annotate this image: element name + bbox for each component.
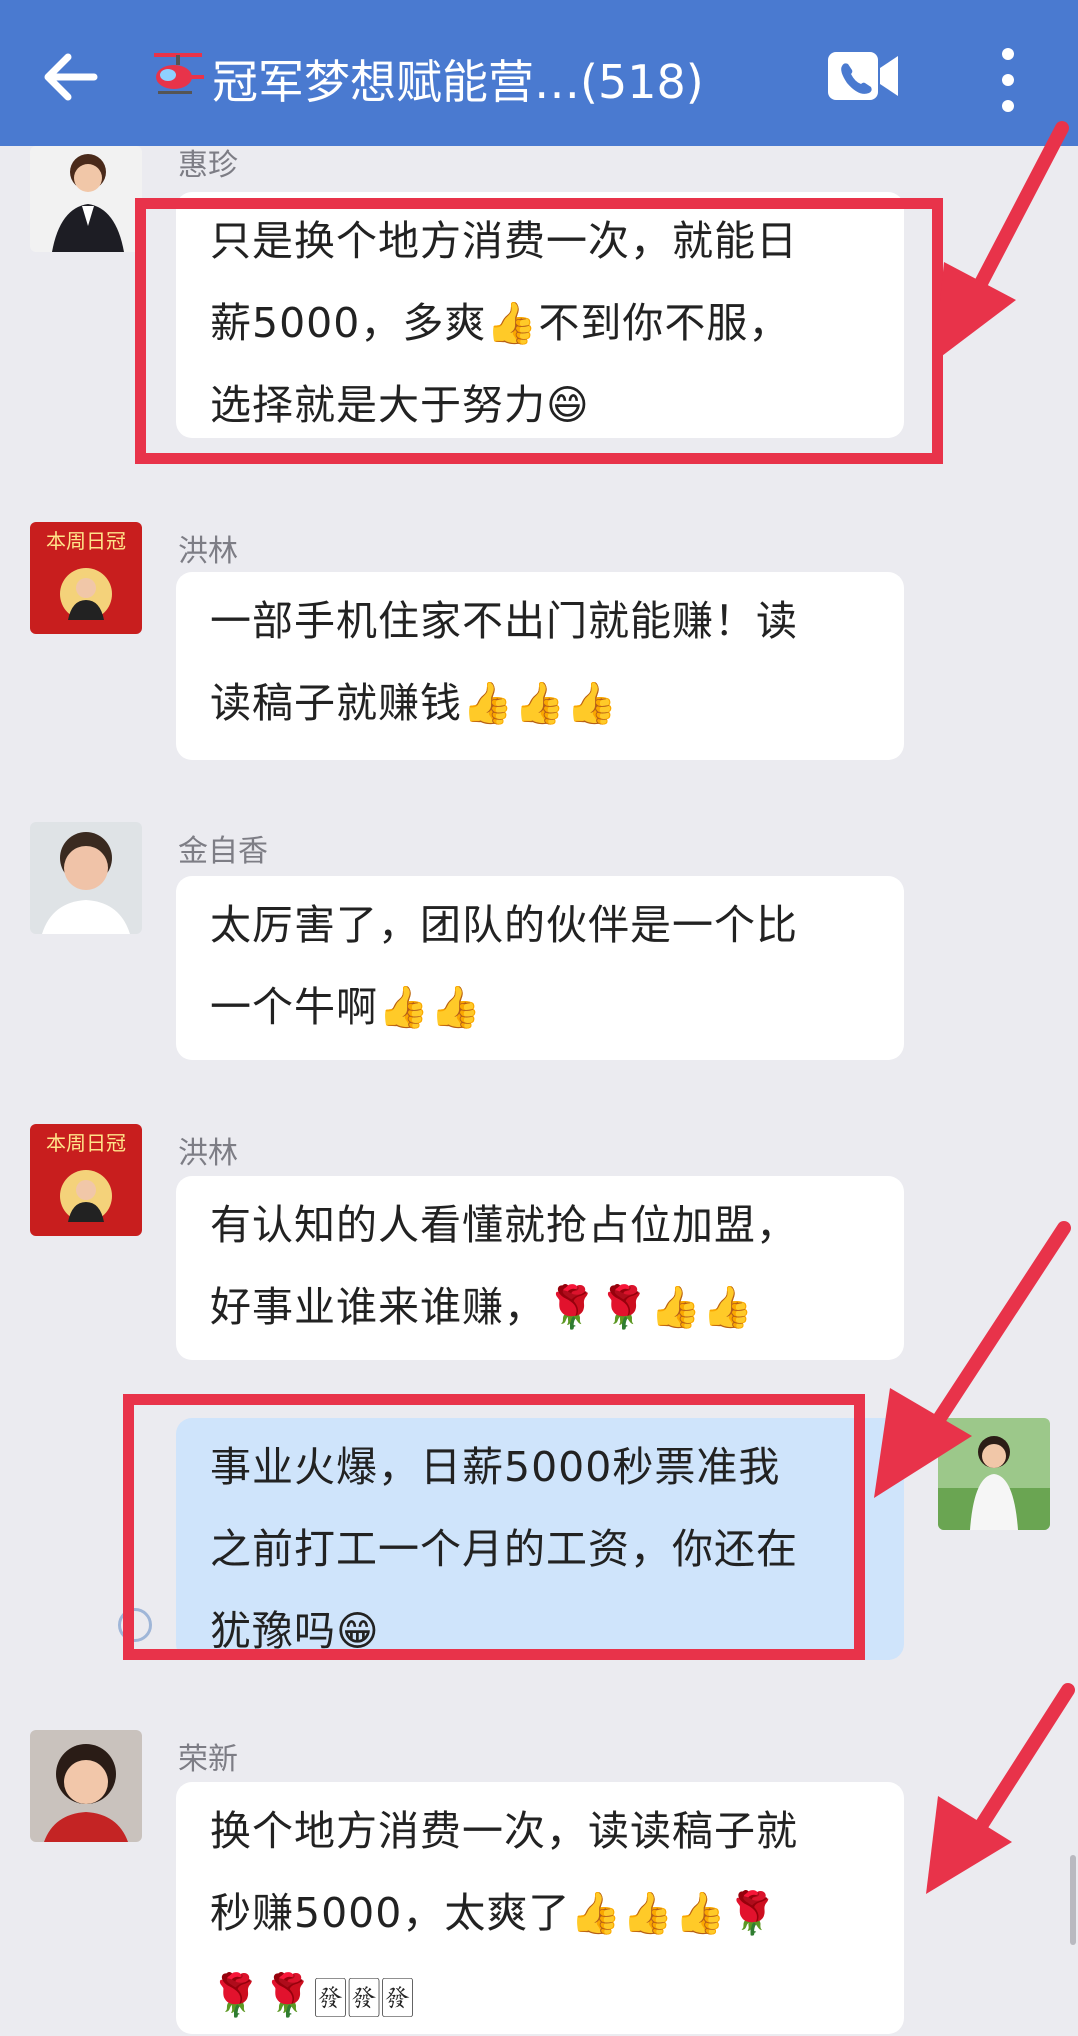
message-line: 秒赚5000，太爽了👍👍👍🌹 bbox=[210, 1889, 779, 1937]
sender-name: 洪林 bbox=[178, 534, 238, 569]
avatar[interactable] bbox=[30, 146, 142, 252]
message-line: 有认知的人看懂就抢占位加盟， bbox=[210, 1201, 798, 1249]
sender-name: 惠珍 bbox=[178, 148, 238, 183]
avatar[interactable]: 本周日冠 bbox=[30, 1124, 142, 1236]
annotation-box bbox=[123, 1394, 865, 1660]
message-bubble[interactable]: 太厉害了，团队的伙伴是一个比 一个牛啊👍👍 bbox=[176, 876, 904, 1060]
sender-name: 荣新 bbox=[178, 1742, 238, 1777]
sender-name: 金自香 bbox=[178, 834, 268, 869]
message-line: 一个牛啊👍👍 bbox=[210, 983, 483, 1031]
message-line: 太厉害了，团队的伙伴是一个比 bbox=[210, 901, 798, 949]
avatar-caption: 本周日冠 bbox=[46, 1131, 126, 1155]
annotation-box bbox=[135, 198, 943, 464]
chat-title[interactable]: 冠军梦想赋能营…(518) bbox=[150, 44, 704, 114]
message-bubble[interactable]: 换个地方消费一次，读读稿子就 秒赚5000，太爽了👍👍👍🌹 🌹🌹🀅🀅🀅 bbox=[176, 1782, 904, 2034]
message-bubble[interactable]: 一部手机住家不出门就能赚！读 读稿子就赚钱👍👍👍 bbox=[176, 572, 904, 760]
video-call-button[interactable] bbox=[826, 48, 902, 104]
back-arrow-icon bbox=[44, 53, 98, 101]
message-line: 换个地方消费一次，读读稿子就 bbox=[210, 1807, 798, 1855]
video-call-icon bbox=[828, 52, 898, 100]
helicopter-icon bbox=[150, 49, 206, 109]
chat-header: 冠军梦想赋能营…(518) bbox=[0, 0, 1078, 146]
scrollbar[interactable] bbox=[1070, 1855, 1076, 1945]
message-line: 读稿子就赚钱👍👍👍 bbox=[210, 679, 619, 727]
more-options-button[interactable] bbox=[988, 40, 1028, 120]
annotation-arrow-icon bbox=[874, 1221, 1071, 1498]
annotation-arrow-icon bbox=[934, 121, 1069, 362]
annotation-arrow-icon bbox=[926, 1683, 1075, 1894]
avatar[interactable] bbox=[30, 822, 142, 934]
back-button[interactable] bbox=[36, 42, 106, 112]
chat-title-text: 冠军梦想赋能营…(518) bbox=[212, 55, 704, 109]
sender-name: 洪林 bbox=[178, 1136, 238, 1171]
message-line: 好事业谁来谁赚，🌹🌹👍👍 bbox=[210, 1283, 755, 1331]
avatar[interactable] bbox=[30, 1730, 142, 1842]
more-vertical-icon bbox=[1002, 48, 1014, 112]
message-line: 🌹🌹🀅🀅🀅 bbox=[210, 1971, 415, 2019]
message-line: 一部手机住家不出门就能赚！读 bbox=[210, 597, 798, 645]
avatar-caption: 本周日冠 bbox=[46, 529, 126, 553]
message-bubble[interactable]: 有认知的人看懂就抢占位加盟， 好事业谁来谁赚，🌹🌹👍👍 bbox=[176, 1176, 904, 1360]
avatar[interactable]: 本周日冠 bbox=[30, 522, 142, 634]
